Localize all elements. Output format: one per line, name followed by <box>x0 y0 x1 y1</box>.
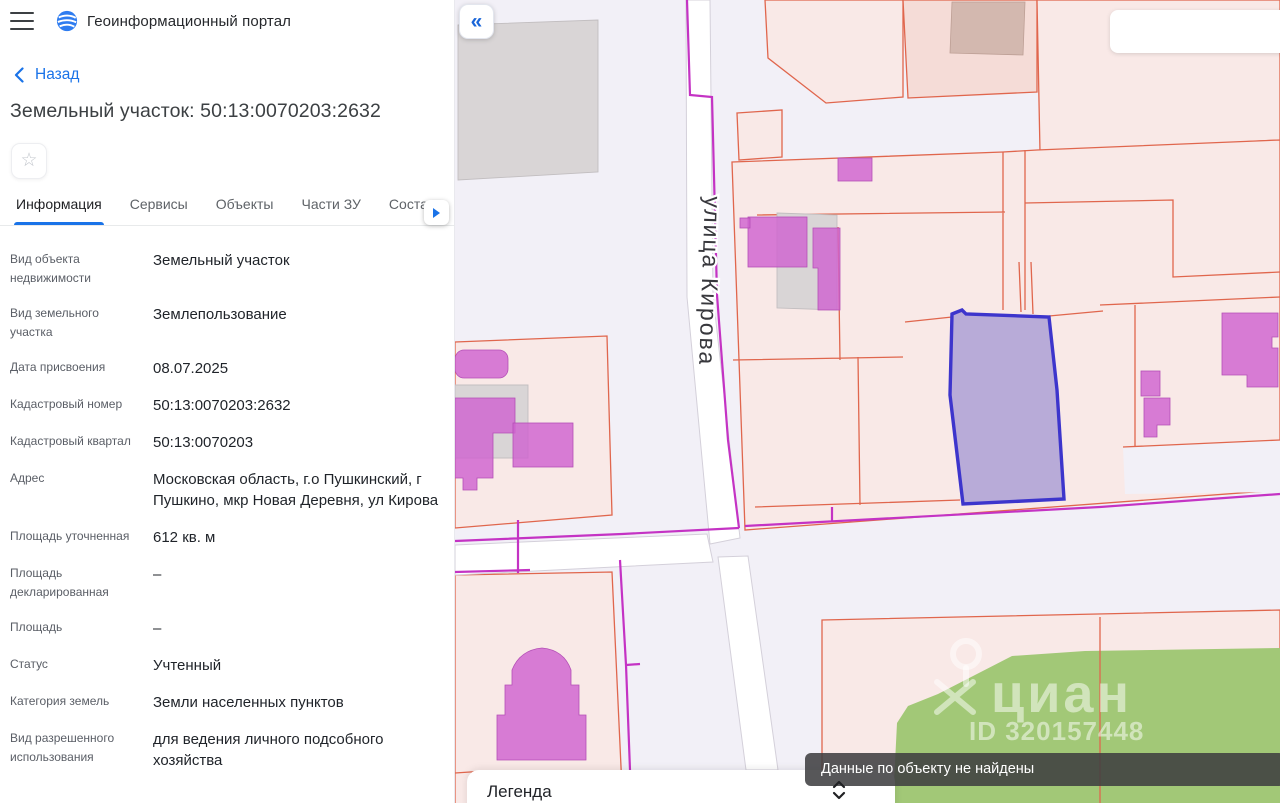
app-header: Геоинформационный портал <box>10 10 291 32</box>
info-row: Вид объекта недвижимости Земельный участ… <box>10 250 442 288</box>
info-row-value: – <box>153 564 442 602</box>
info-row-value: 612 кв. м <box>153 527 442 548</box>
info-row-label: Вид земельного участка <box>10 304 153 342</box>
info-row-label: Площадь декларированная <box>10 564 153 602</box>
info-row-label: Площадь уточненная <box>10 527 153 548</box>
info-row-label: Кадастровый номер <box>10 395 153 416</box>
tab-bar: Информация Сервисы Объекты Части ЗУ Сост… <box>0 196 455 226</box>
info-row-label: Вид объекта недвижимости <box>10 250 153 288</box>
triangle-right-icon <box>433 208 440 218</box>
info-row-value: Земельный участок <box>153 250 442 288</box>
info-row: Площадь уточненная 612 кв. м <box>10 527 442 548</box>
map-container: улица Кирова циан ID 320157448 « Легенда… <box>455 0 1280 803</box>
info-row: Кадастровый квартал 50:13:0070203 <box>10 432 442 453</box>
info-row-value: 50:13:0070203:2632 <box>153 395 442 416</box>
map-search-box[interactable] <box>1110 10 1280 53</box>
page-title: Земельный участок: 50:13:0070203:2632 <box>10 100 381 123</box>
menu-icon[interactable] <box>10 12 34 30</box>
info-row-label: Вид разрешенного использования <box>10 729 153 771</box>
object-info-panel: Геоинформационный портал Назад Земельный… <box>0 0 455 803</box>
map-canvas[interactable]: улица Кирова циан ID 320157448 <box>455 0 1280 803</box>
info-rows: Вид объекта недвижимости Земельный участ… <box>10 250 442 787</box>
svg-text:ID 320157448: ID 320157448 <box>969 716 1144 746</box>
building <box>950 2 1025 55</box>
collapse-panel-button[interactable]: « <box>459 4 494 39</box>
chevron-left-icon <box>14 67 24 83</box>
info-row-label: Площадь <box>10 618 153 639</box>
svg-text:циан: циан <box>991 664 1132 724</box>
app-logo-icon <box>56 10 78 32</box>
info-row: Дата присвоения 08.07.2025 <box>10 358 442 379</box>
info-row: Адрес Московская область, г.о Пушкинский… <box>10 469 442 511</box>
info-row-value: 08.07.2025 <box>153 358 442 379</box>
favorite-star-button[interactable]: ☆ <box>11 143 47 179</box>
info-row-value: Учтенный <box>153 655 442 676</box>
tabs-scroll-right-button[interactable] <box>424 200 449 225</box>
info-row-label: Дата присвоения <box>10 358 153 379</box>
app-title: Геоинформационный портал <box>87 13 291 30</box>
selected-parcel-polygon[interactable] <box>950 310 1064 504</box>
info-row-value: Землепользование <box>153 304 442 342</box>
info-row-value: 50:13:0070203 <box>153 432 442 453</box>
info-row-value: – <box>153 618 442 639</box>
tab[interactable]: Сервисы <box>130 196 188 225</box>
info-row-label: Категория земель <box>10 692 153 713</box>
info-row: Кадастровый номер 50:13:0070203:2632 <box>10 395 442 416</box>
tab[interactable]: Части ЗУ <box>301 196 360 225</box>
info-row-value: Земли населенных пунктов <box>153 692 442 713</box>
tab[interactable]: Объекты <box>216 196 274 225</box>
info-row-label: Адрес <box>10 469 153 511</box>
info-row-value: Московская область, г.о Пушкинский, г Пу… <box>153 469 442 511</box>
info-row-label: Статус <box>10 655 153 676</box>
tab[interactable]: Информация <box>16 196 102 225</box>
info-row: Статус Учтенный <box>10 655 442 676</box>
info-row-label: Кадастровый квартал <box>10 432 153 453</box>
info-row: Площадь декларированная – <box>10 564 442 602</box>
back-label: Назад <box>35 66 79 84</box>
info-row-value: для ведения личного подсобного хозяйства <box>153 729 442 771</box>
info-row: Вид земельного участка Землепользование <box>10 304 442 342</box>
toast-notification: Данные по объекту не найдены <box>805 753 1280 786</box>
building <box>458 20 598 180</box>
info-row: Площадь – <box>10 618 442 639</box>
back-link[interactable]: Назад <box>14 66 79 84</box>
info-row: Вид разрешенного использования для веден… <box>10 729 442 771</box>
info-row: Категория земель Земли населенных пункто… <box>10 692 442 713</box>
